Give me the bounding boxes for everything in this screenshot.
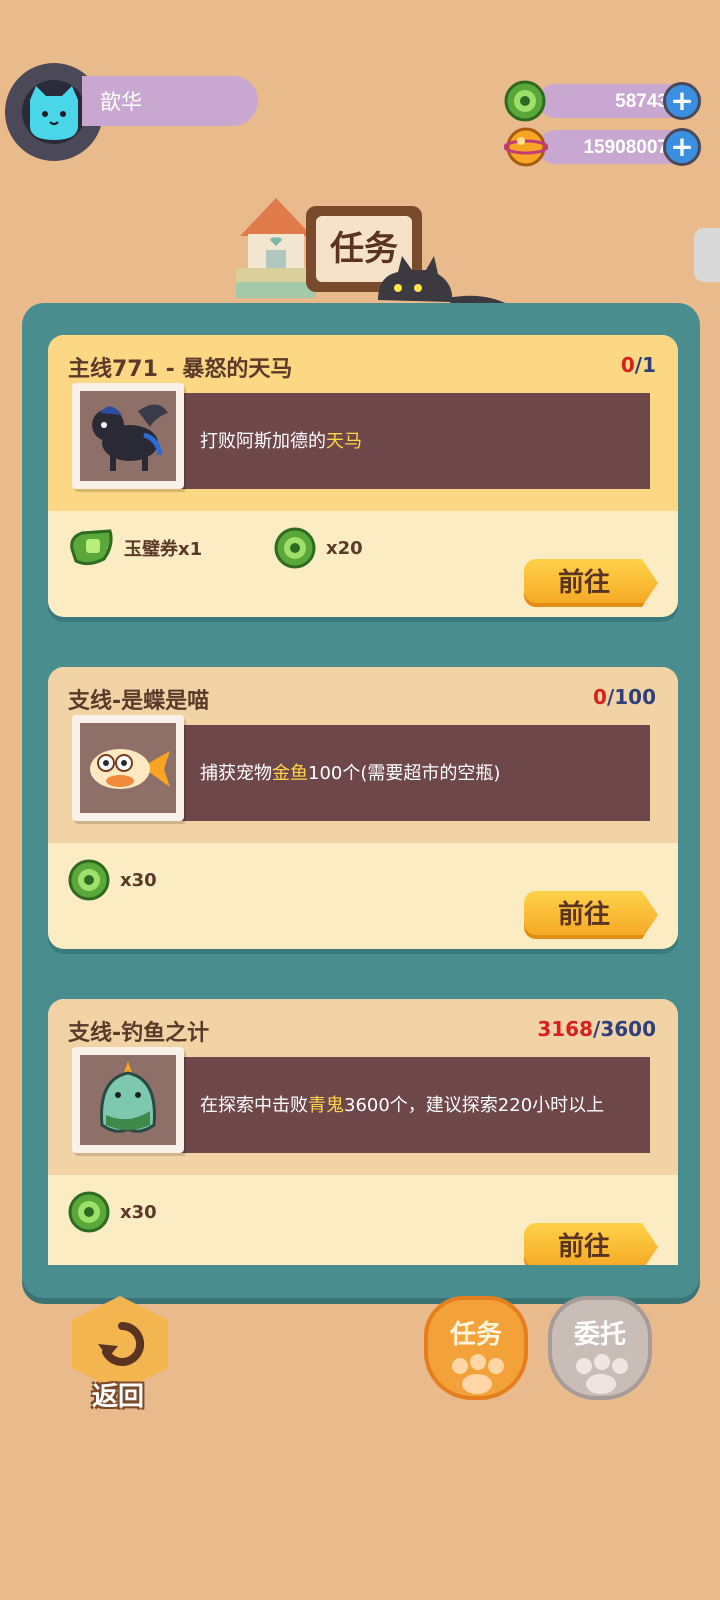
player-name: 歆华 (100, 91, 142, 114)
quest-progress: 3168/3600 (537, 1017, 656, 1041)
paw-pad-icon (470, 1354, 486, 1370)
quest-description-box: 在探索中击败青鬼3600个，建议探索220小时以上 (176, 1057, 650, 1153)
tab-commission-label: 委托 (573, 1320, 626, 1350)
quest-rewards: x30 前往 (48, 845, 678, 949)
back-arrow-icon (96, 1318, 148, 1374)
paw-pad-icon (594, 1354, 610, 1370)
reward-item: x20 (274, 523, 363, 573)
reward-item: 玉璧券x1 (68, 523, 202, 573)
reward-item: x30 (68, 855, 157, 905)
quest-card: 主线771 - 暴怒的天马 0/1 打败阿斯加德的天马 玉璧券x1 x20 前往 (48, 335, 678, 617)
tab-quests-label: 任务 (449, 1320, 502, 1350)
quest-card: 支线-钓鱼之计 3168/3600 在探索中击败青鬼3600个，建议探索220小… (48, 999, 678, 1265)
go-button[interactable]: 前往 (524, 891, 658, 939)
back-label: 返回 (91, 1382, 144, 1412)
quest-rewards: 玉璧券x1 x20 前往 (48, 513, 678, 617)
quest-description-box: 打败阿斯加德的天马 (176, 393, 650, 489)
tab-commission[interactable]: 委托 (548, 1296, 652, 1400)
jade-ticket-icon (70, 529, 113, 566)
jade-coin-value: 58743 (615, 91, 668, 112)
quest-title: 主线771 - 暴怒的天马 (68, 357, 293, 382)
quest-description: 打败阿斯加德的天马 (200, 430, 362, 452)
add-gold-coin-button[interactable]: + (663, 128, 701, 166)
paw-pad-icon (586, 1374, 616, 1394)
quest-title: 支线-钓鱼之计 (68, 1021, 210, 1046)
go-button[interactable]: 前往 (524, 1223, 658, 1265)
side-tab-handle[interactable] (694, 228, 720, 282)
quest-title: 支线-是蝶是喵 (68, 689, 210, 714)
quest-list[interactable]: 主线771 - 暴怒的天马 0/1 打败阿斯加德的天马 玉璧券x1 x20 前往… (22, 325, 700, 1265)
gold-coin-value: 15908007 (583, 137, 668, 158)
jade-coin-icon (68, 1191, 110, 1233)
paw-pad-icon (488, 1358, 504, 1374)
paw-pad-icon (576, 1358, 592, 1374)
paw-pad-icon (452, 1358, 468, 1374)
quest-portrait (72, 1047, 184, 1153)
paw-pad-icon (462, 1374, 492, 1394)
quest-progress: 0/1 (620, 353, 656, 377)
quest-portrait (72, 715, 184, 821)
jade-coin-icon (274, 527, 316, 569)
back-button[interactable]: 返回 (66, 1296, 176, 1416)
goldfish-pet-icon (80, 723, 176, 813)
quest-description: 在探索中击败青鬼3600个，建议探索220小时以上 (200, 1094, 605, 1116)
jade-coin-icon (68, 859, 110, 901)
pegasus-monster-icon (80, 391, 176, 481)
quest-progress: 0/100 (593, 685, 656, 709)
tab-quests[interactable]: 任务 (424, 1296, 528, 1400)
cat-avatar-icon (22, 80, 86, 144)
quest-rewards: x30 前往 (48, 1177, 678, 1265)
green-ghost-monster-icon (80, 1055, 176, 1145)
add-jade-coin-button[interactable]: + (663, 82, 701, 120)
go-button[interactable]: 前往 (524, 559, 658, 607)
quest-portrait (72, 383, 184, 489)
quest-description: 捕获宠物金鱼100个(需要超市的空瓶) (200, 762, 501, 784)
quest-description-box: 捕获宠物金鱼100个(需要超市的空瓶) (176, 725, 650, 821)
house-decoration (230, 192, 320, 306)
paw-pad-icon (612, 1358, 628, 1374)
quest-card: 支线-是蝶是喵 0/100 捕获宠物金鱼100个(需要超市的空瓶) x30 前往 (48, 667, 678, 949)
reward-item: x30 (68, 1187, 157, 1237)
